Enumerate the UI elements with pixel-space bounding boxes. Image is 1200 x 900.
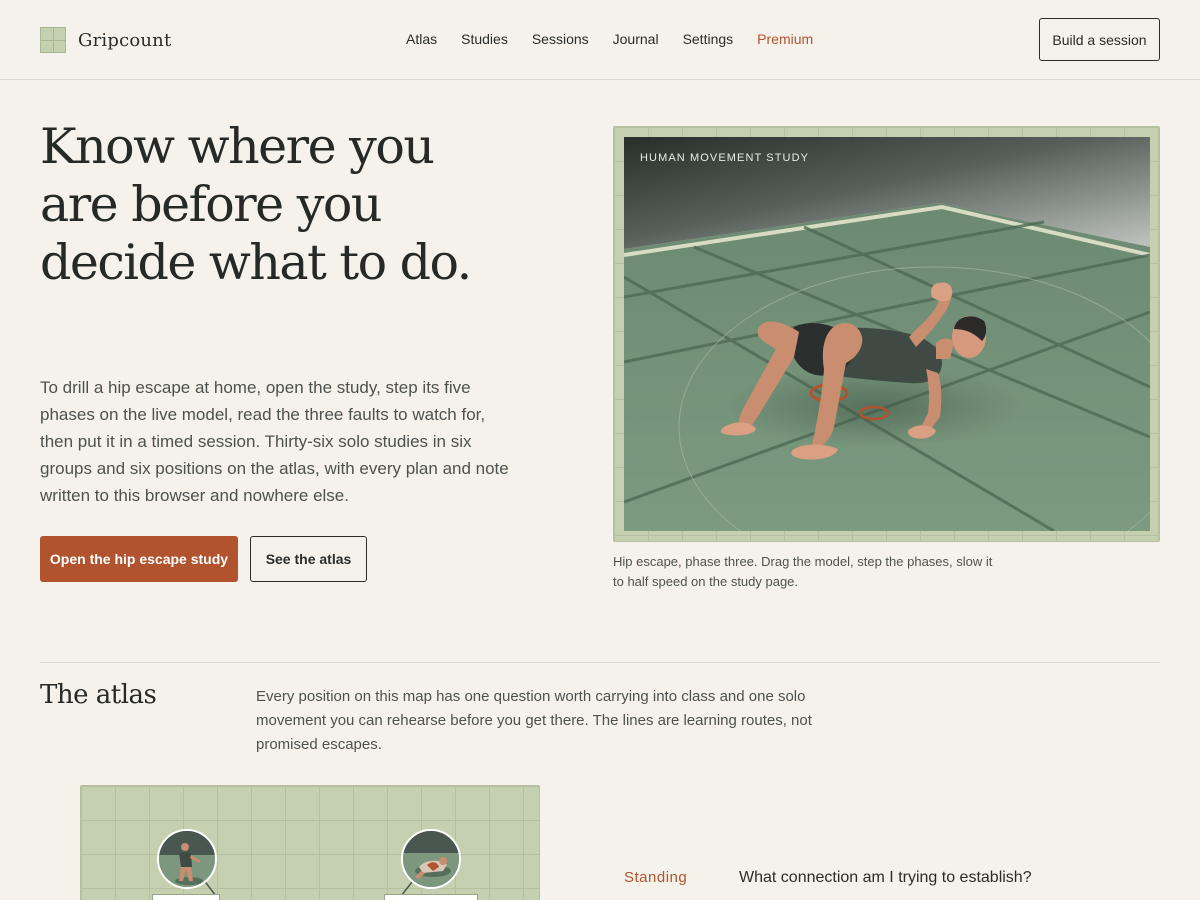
movement-model-canvas[interactable]: HUMAN MOVEMENT STUDY [624,137,1150,531]
nav-premium[interactable]: Premium [757,31,813,47]
hip-escape-scene [624,137,1150,531]
brand-name: Gripcount [78,29,172,51]
viewer-label: HUMAN MOVEMENT STUDY [640,152,810,164]
atlas-heading: The atlas [40,680,157,710]
open-study-button[interactable]: Open the hip escape study [40,536,238,582]
hero-title: Know where you are before you decide wha… [40,118,472,291]
nav-atlas[interactable]: Atlas [406,31,437,47]
atlas-map [80,785,540,900]
logo[interactable]: Gripcount [40,27,171,53]
atlas-node-tag [384,894,478,900]
position-name[interactable]: Standing [624,869,687,886]
viewer-caption: Hip escape, phase three. Drag the model,… [613,554,993,589]
main-nav: Atlas Studies Sessions Journal Settings … [406,31,837,47]
hero-description: To drill a hip escape at home, open the … [40,378,509,505]
logo-grid-icon [40,27,66,53]
nav-studies[interactable]: Studies [461,31,508,47]
see-atlas-button[interactable]: See the atlas [250,536,367,582]
position-question: What connection am I trying to establish… [739,869,1032,886]
nav-sessions[interactable]: Sessions [532,31,589,47]
build-session-button[interactable]: Build a session [1039,18,1160,61]
atlas-description: Every position on this map has one quest… [256,688,812,753]
site-header: Gripcount Atlas Studies Sessions Journal… [0,0,1200,80]
atlas-node-tag [152,894,220,900]
nav-journal[interactable]: Journal [613,31,659,47]
atlas-node-ground[interactable] [401,829,461,889]
atlas-node-standing[interactable] [157,829,217,889]
study-viewer: HUMAN MOVEMENT STUDY [613,126,1160,542]
section-divider [40,662,1160,663]
nav-settings[interactable]: Settings [683,31,734,47]
atlas-routes [186,857,432,897]
